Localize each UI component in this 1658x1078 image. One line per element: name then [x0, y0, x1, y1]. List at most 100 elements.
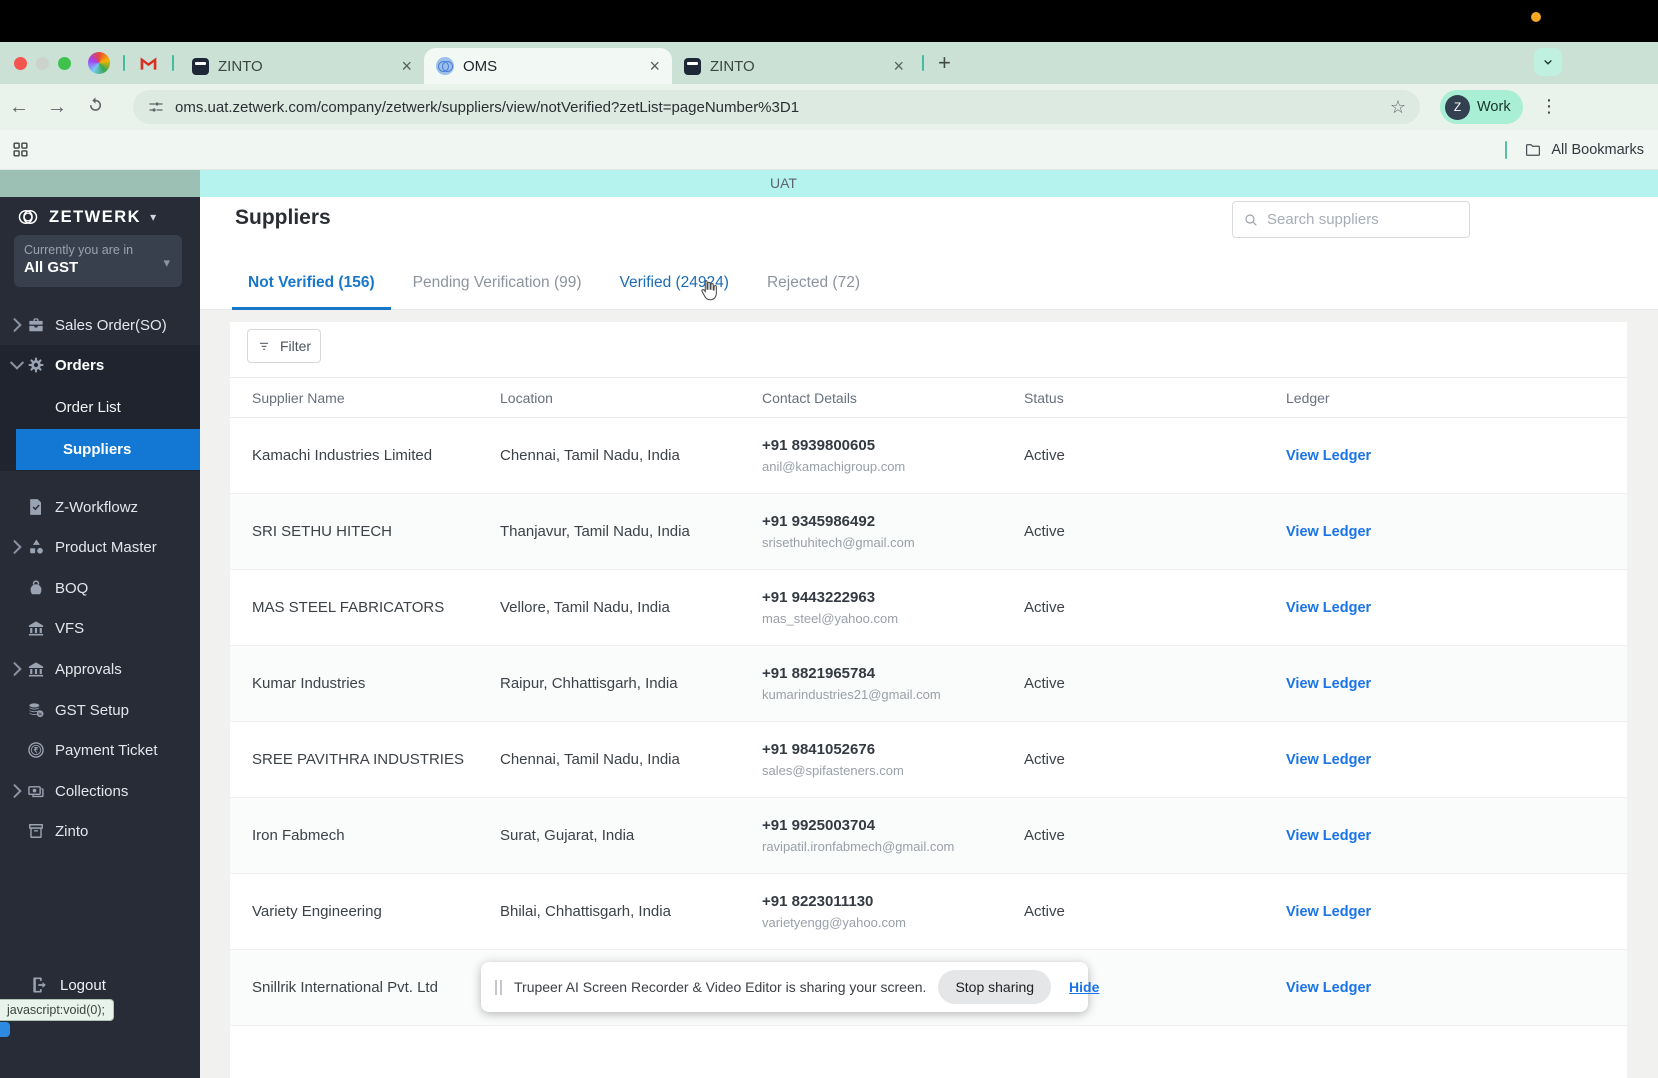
- sidebar-item-label: Approvals: [55, 660, 122, 678]
- logout-button[interactable]: Logout: [0, 969, 200, 1001]
- folder-icon: [1526, 144, 1541, 156]
- new-tab-button[interactable]: +: [930, 50, 959, 76]
- view-ledger-link[interactable]: View Ledger: [1286, 448, 1627, 464]
- browser-tab-oms-active[interactable]: OMS ×: [424, 48, 672, 84]
- bookmark-star-icon[interactable]: ☆: [1390, 97, 1406, 118]
- view-ledger-link[interactable]: View Ledger: [1286, 904, 1627, 920]
- profile-chip[interactable]: Z Work: [1440, 90, 1523, 124]
- close-window-button[interactable]: [14, 56, 27, 70]
- tab-separator: [172, 55, 174, 71]
- minimize-window-button[interactable]: [36, 56, 49, 70]
- supplier-name: Snillrik International Pvt. Ltd: [252, 979, 438, 996]
- logout-label: Logout: [60, 976, 106, 994]
- site-settings-icon[interactable]: [147, 98, 165, 116]
- sidebar-item-payment-ticket[interactable]: Payment Ticket: [0, 730, 200, 770]
- url-text[interactable]: oms.uat.zetwerk.com/company/zetwerk/supp…: [175, 99, 1390, 116]
- sidebar-item-collections[interactable]: Collections: [0, 771, 200, 811]
- coins-icon: %: [29, 703, 44, 718]
- zoom-window-button[interactable]: [58, 56, 71, 70]
- supplier-phone: +91 9925003704: [762, 817, 876, 834]
- env-banner: UAT: [0, 170, 1658, 197]
- supplier-phone: +91 9443222963: [762, 589, 876, 606]
- main-content: Suppliers Not Verified (156) Pending Ver…: [200, 197, 1658, 1078]
- supplier-name: Kamachi Industries Limited: [252, 447, 433, 464]
- sidebar-item-gst-setup[interactable]: % GST Setup: [0, 690, 200, 730]
- supplier-name: Iron Fabmech: [252, 827, 345, 844]
- address-bar[interactable]: oms.uat.zetwerk.com/company/zetwerk/supp…: [133, 90, 1420, 124]
- all-bookmarks[interactable]: All Bookmarks: [1505, 130, 1644, 170]
- view-ledger-link[interactable]: View Ledger: [1286, 828, 1627, 844]
- pinwheel-icon: [88, 52, 110, 74]
- supplier-name: SRI SETHU HITECH: [252, 523, 393, 540]
- supplier-search[interactable]: [1232, 201, 1470, 238]
- sidebar-item-z-workflowz[interactable]: Z-Workflowz: [0, 487, 200, 527]
- close-tab-icon[interactable]: ×: [647, 57, 662, 75]
- filter-icon: [259, 342, 269, 350]
- briefcase-icon: [29, 318, 43, 332]
- brand-logo[interactable]: ZETWERK ▾: [16, 205, 156, 229]
- sidebar-item-approvals[interactable]: Approvals: [0, 649, 200, 689]
- reload-icon[interactable]: [76, 95, 114, 120]
- sidebar-item-label: Orders: [55, 356, 105, 374]
- back-icon[interactable]: ←: [0, 96, 38, 119]
- sidebar-item-label: Z-Workflowz: [55, 498, 139, 516]
- drag-handle-icon[interactable]: [495, 979, 502, 995]
- view-ledger-link[interactable]: View Ledger: [1286, 524, 1627, 540]
- tab-not-verified[interactable]: Not Verified (156): [232, 266, 391, 310]
- gmail-icon: [140, 56, 157, 70]
- hide-link[interactable]: Hide: [1069, 979, 1099, 995]
- sidebar-item-label: BOQ: [55, 579, 89, 597]
- tab-search-button[interactable]: [1534, 48, 1562, 76]
- sidebar-item-label: Sales Order(SO): [55, 316, 167, 334]
- sidebar-item-label: VFS: [55, 619, 85, 637]
- pinned-tab-gmail[interactable]: [131, 42, 166, 84]
- view-ledger-link[interactable]: View Ledger: [1286, 980, 1627, 996]
- share-message: Trupeer AI Screen Recorder & Video Edito…: [514, 979, 927, 995]
- tab-pending-verification[interactable]: Pending Verification (99): [397, 266, 598, 310]
- sidebar-item-orders[interactable]: Orders: [0, 345, 200, 385]
- supplier-phone: +91 8223011130: [762, 893, 874, 910]
- browser-tab-zinto-1[interactable]: ZINTO ×: [180, 48, 424, 84]
- orders-section: Orders Order List Suppliers: [0, 345, 200, 471]
- supplier-status: Active: [1024, 751, 1065, 768]
- supplier-location: Chennai, Tamil Nadu, India: [500, 447, 680, 464]
- bank-icon: [28, 621, 44, 636]
- view-ledger-link[interactable]: View Ledger: [1286, 676, 1627, 692]
- browser-menu-icon[interactable]: ⋮: [1540, 96, 1558, 117]
- supplier-status: Active: [1024, 903, 1065, 920]
- view-ledger-link[interactable]: View Ledger: [1286, 752, 1627, 768]
- view-ledger-link[interactable]: View Ledger: [1286, 600, 1627, 616]
- sidebar-item-order-list[interactable]: Order List: [0, 387, 200, 427]
- sidebar-item-zinto[interactable]: Zinto: [0, 811, 200, 851]
- bookmarks-separator: [1505, 141, 1508, 159]
- sidebar-item-suppliers-active[interactable]: Suppliers: [16, 429, 200, 470]
- column-header: Location: [500, 389, 553, 406]
- stop-sharing-button[interactable]: Stop sharing: [938, 970, 1052, 1004]
- caret-down-icon: ▾: [163, 255, 170, 270]
- sidebar-item-vfs[interactable]: VFS: [0, 608, 200, 648]
- supplier-email: sales@spifasteners.com: [762, 763, 904, 778]
- search-input[interactable]: [1267, 211, 1459, 228]
- gst-context-selector[interactable]: Currently you are in All GST ▾: [14, 235, 182, 287]
- filter-button[interactable]: Filter: [247, 329, 321, 363]
- tab-rejected[interactable]: Rejected (72): [751, 266, 876, 310]
- sidebar-item-boq[interactable]: BOQ: [0, 568, 200, 608]
- forward-icon[interactable]: →: [38, 96, 76, 119]
- sidebar-item-product-master[interactable]: Product Master: [0, 527, 200, 567]
- supplier-status: Active: [1024, 523, 1065, 540]
- apps-grid-icon[interactable]: [11, 140, 30, 164]
- close-tab-icon[interactable]: ×: [891, 57, 906, 75]
- tab-verified[interactable]: Verified (24924): [604, 266, 745, 310]
- table-row: Kamachi Industries Limited Chennai, Tami…: [230, 418, 1627, 494]
- profile-label: Work: [1477, 99, 1511, 115]
- close-tab-icon[interactable]: ×: [399, 57, 414, 75]
- env-label: UAT: [770, 175, 797, 191]
- sidebar-item-sales-order[interactable]: Sales Order(SO): [0, 305, 200, 345]
- supplier-name: SREE PAVITHRA INDUSTRIES: [252, 751, 464, 768]
- gear-icon: [28, 357, 44, 373]
- browser-tab-zinto-2[interactable]: ZINTO ×: [672, 48, 916, 84]
- doc-check-icon: [30, 499, 41, 515]
- svg-text:%: %: [38, 711, 42, 716]
- pinned-tab-browser[interactable]: [81, 42, 117, 84]
- brand-caret-icon: ▾: [150, 210, 157, 224]
